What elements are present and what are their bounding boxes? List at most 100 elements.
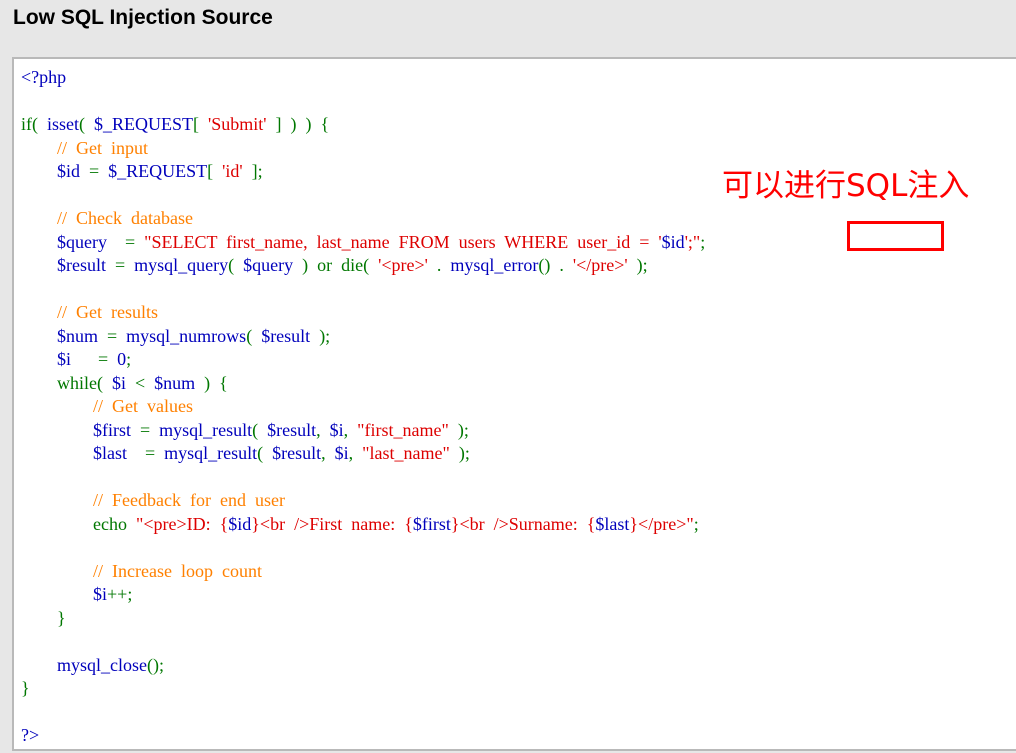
code-token: ) { xyxy=(204,372,228,393)
code-token: while( xyxy=(57,372,112,393)
code-token: $last xyxy=(595,513,630,534)
code-token: () . xyxy=(538,255,573,275)
code-token: $last xyxy=(21,443,145,463)
code-token: mysql_numrows xyxy=(126,325,247,346)
page-title: Low SQL Injection Source xyxy=(13,6,273,29)
code-line: $first = mysql_result( $result, $i, "fir… xyxy=(21,419,705,443)
code-token: "last_name" xyxy=(362,443,459,463)
code-token: isset xyxy=(47,114,80,134)
code-token: '<pre>' xyxy=(378,255,437,275)
code-token: mysql_result xyxy=(164,443,258,463)
code-token: "SELECT first_name, last_name FROM users… xyxy=(144,231,662,252)
code-line: $id = $_REQUEST[ 'id' ]; xyxy=(21,160,705,184)
code-token: }<br />Surname: { xyxy=(450,513,596,534)
code-token: , xyxy=(343,419,358,440)
code-line: if( isset( $_REQUEST[ 'Submit' ] ) ) { xyxy=(21,113,705,137)
code-line: } xyxy=(21,607,705,631)
code-line: // Feedback for end user xyxy=(21,489,705,513)
code-line: // Increase loop count xyxy=(21,560,705,584)
code-line: mysql_close(); xyxy=(21,654,705,678)
code-token: $i xyxy=(334,443,349,463)
code-token: = xyxy=(89,161,109,181)
code-token: = xyxy=(107,325,127,346)
code-token: = xyxy=(98,349,118,369)
code-line: $num = mysql_numrows( $result ); xyxy=(21,325,705,349)
code-token: $i xyxy=(21,584,108,604)
code-token: $_REQUEST xyxy=(94,114,194,134)
code-token: = xyxy=(140,419,160,440)
code-token: ) or die( xyxy=(302,255,379,275)
code-token: ); xyxy=(319,325,331,346)
code-token: // Increase loop count xyxy=(93,560,262,581)
code-line: $query = "SELECT first_name, last_name F… xyxy=(21,231,705,255)
code-token: , xyxy=(316,419,330,440)
code-token: if( xyxy=(21,114,47,134)
source-code-panel: <?php if( isset( $_REQUEST[ 'Submit' ] ) … xyxy=(12,57,1016,751)
code-token: ++; xyxy=(107,584,133,604)
code-token: 'id' xyxy=(222,161,243,181)
code-token: "<pre>ID: { xyxy=(135,513,229,534)
code-token: mysql_error xyxy=(450,255,539,275)
code-token: echo xyxy=(93,513,136,534)
code-token: "first_name" xyxy=(357,419,458,440)
code-line: $result = mysql_query( $query ) or die( … xyxy=(21,254,705,278)
code-token: $result xyxy=(267,419,317,440)
code-token: $id xyxy=(228,513,252,534)
code-token: = xyxy=(124,231,145,252)
code-line: ?> xyxy=(21,724,705,748)
code-token: ?> xyxy=(21,725,40,745)
code-token: $query xyxy=(243,255,303,275)
code-line: $i++; xyxy=(21,583,705,607)
code-token: $num xyxy=(154,372,205,393)
code-token: $i xyxy=(111,372,135,393)
code-token: ); xyxy=(458,443,470,463)
code-token: . xyxy=(436,255,451,275)
code-token: $result xyxy=(261,325,320,346)
code-token: mysql_query xyxy=(134,255,229,275)
code-token: // Get results xyxy=(57,302,158,322)
code-token: , xyxy=(321,443,335,463)
code-line: while( $i < $num ) { xyxy=(21,372,705,396)
code-token: ( xyxy=(79,114,95,134)
code-token: ); xyxy=(636,255,648,275)
code-token: 'Submit' xyxy=(208,114,267,134)
code-line: // Check database xyxy=(21,207,705,231)
code-line: echo "<pre>ID: {$id}<br />First name: { $… xyxy=(21,513,705,537)
code-token: = xyxy=(145,443,165,463)
code-token: ; xyxy=(126,349,132,369)
code-line: } xyxy=(21,677,705,701)
code-line: $i = 0; xyxy=(21,348,705,372)
code-token: ; xyxy=(693,513,699,534)
code-token: [ xyxy=(193,114,209,134)
code-token: 0 xyxy=(117,349,127,369)
code-token: $first xyxy=(21,419,140,440)
code-token: ( xyxy=(228,255,244,275)
code-token: ';" xyxy=(684,231,701,252)
code-token: $i xyxy=(21,349,99,369)
code-token: [ xyxy=(207,161,223,181)
code-token: '</pre>' xyxy=(572,255,637,275)
code-token: ( xyxy=(257,443,273,463)
sql-injection-annotation: 可以进行SQL注入 xyxy=(722,168,970,204)
code-token: $_REQUEST xyxy=(108,161,208,181)
code-line: // Get values xyxy=(21,395,705,419)
code-token: = xyxy=(115,255,135,275)
code-token: // Check database xyxy=(57,208,193,228)
code-token: }<br />First name: { xyxy=(251,513,413,534)
code-line: // Get input xyxy=(21,137,705,161)
code-token: ] ) ) { xyxy=(266,114,330,134)
